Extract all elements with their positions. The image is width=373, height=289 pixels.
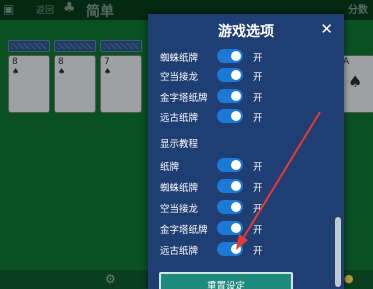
option-label: 空当接龙: [160, 204, 199, 215]
toggle-state: 开: [253, 72, 263, 83]
tutorial-row-ancient: 远古纸牌 开: [160, 242, 330, 260]
option-label: 空当接龙: [160, 72, 199, 83]
toggle-state: 开: [253, 183, 263, 194]
toggle-state: 开: [253, 225, 263, 236]
toggle-knob: [231, 91, 241, 101]
toggle-state: 开: [253, 93, 263, 104]
toggle-knob: [231, 160, 241, 170]
option-label: 蜘蛛纸牌: [160, 183, 199, 194]
toggle-state: 开: [253, 162, 263, 173]
toggle-state: 开: [253, 204, 263, 215]
hint-icon[interactable]: ●: [344, 272, 354, 285]
option-label: 远古纸牌: [160, 113, 199, 124]
option-row-pyramid: 金字塔纸牌 开: [160, 89, 330, 107]
toggle-knob: [231, 244, 241, 254]
toggle-knob: [231, 51, 241, 61]
toggle-switch[interactable]: [217, 158, 243, 172]
option-row-spider: 蜘蛛纸牌 开: [160, 49, 330, 67]
option-row-freecell: 空当接龙 开: [160, 68, 330, 86]
toggle-switch[interactable]: [217, 109, 243, 123]
toggle-switch[interactable]: [217, 179, 243, 193]
option-label: 蜘蛛纸牌: [160, 53, 199, 64]
toggle-switch[interactable]: [217, 49, 243, 63]
toggle-state: 开: [253, 53, 263, 64]
game-options-dialog: 游戏选项 ✕ 蜘蛛纸牌 开 空当接龙 开 金字塔纸牌 开 远古纸牌 开 显示教程…: [148, 14, 344, 289]
settings-icon[interactable]: ⚙: [105, 272, 116, 286]
tutorial-row-spider: 蜘蛛纸牌 开: [160, 179, 330, 197]
toggle-switch[interactable]: [217, 68, 243, 82]
toggle-switch[interactable]: [217, 200, 243, 214]
tutorial-row-freecell: 空当接龙 开: [160, 200, 330, 218]
option-label: 远古纸牌: [160, 246, 199, 257]
toggle-switch[interactable]: [217, 221, 243, 235]
close-icon[interactable]: ✕: [320, 20, 333, 38]
toggle-knob: [231, 111, 241, 121]
toggle-knob: [231, 70, 241, 80]
options-scroll-area[interactable]: 蜘蛛纸牌 开 空当接龙 开 金字塔纸牌 开 远古纸牌 开 显示教程 纸牌 开 蜘…: [148, 38, 336, 289]
toggle-switch[interactable]: [217, 242, 243, 256]
option-label: 金字塔纸牌: [160, 225, 208, 236]
toggle-switch[interactable]: [217, 89, 243, 103]
toggle-knob: [231, 202, 241, 212]
reset-settings-button[interactable]: 重置设定: [159, 272, 293, 289]
toggle-state: 开: [253, 246, 263, 257]
section-title-tutorial: 显示教程: [160, 139, 199, 150]
scrollbar-thumb[interactable]: [335, 217, 341, 287]
tutorial-row-solitaire: 纸牌 开: [160, 158, 330, 176]
toggle-state: 开: [253, 113, 263, 124]
tutorial-row-pyramid: 金字塔纸牌 开: [160, 221, 330, 239]
option-row-ancient: 远古纸牌 开: [160, 109, 330, 127]
option-label: 金字塔纸牌: [160, 93, 208, 104]
option-label: 纸牌: [160, 162, 180, 173]
toggle-knob: [231, 223, 241, 233]
toggle-knob: [231, 181, 241, 191]
